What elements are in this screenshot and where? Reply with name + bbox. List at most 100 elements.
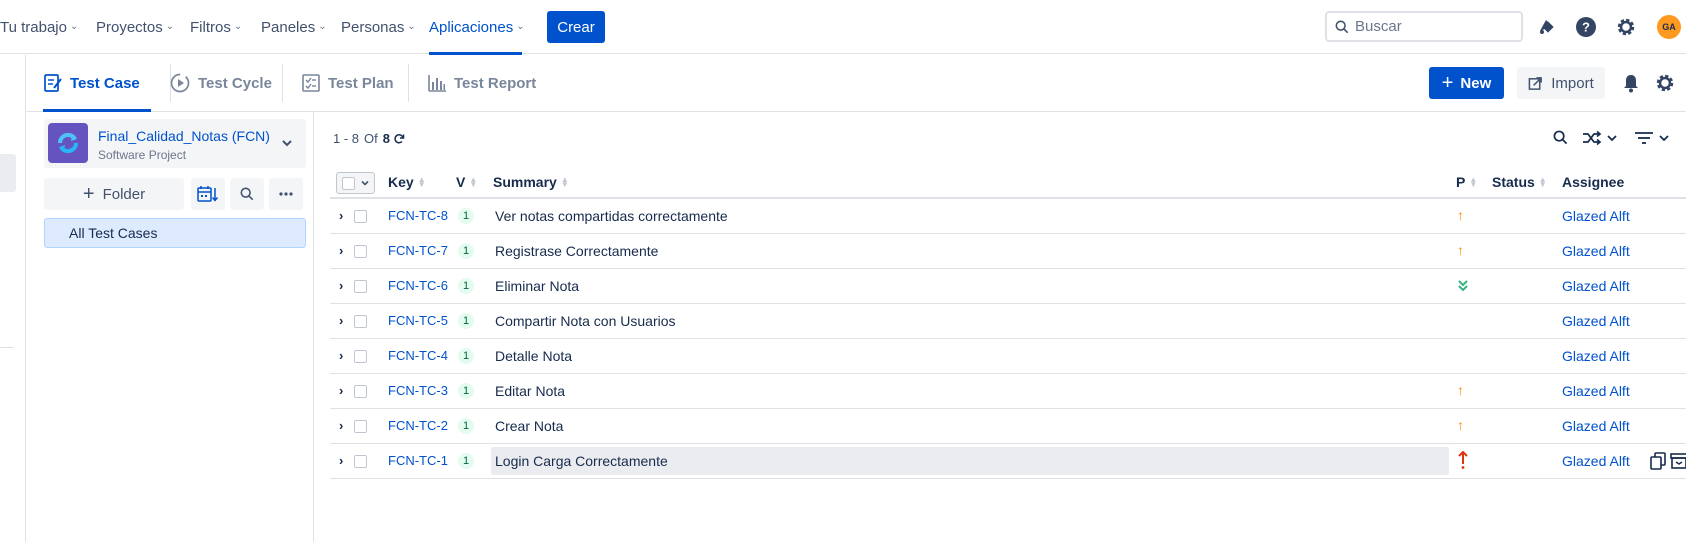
table-row[interactable]: › FCN-TC-4 1 Detalle Nota Glazed Alft	[330, 339, 1686, 374]
test-case-key[interactable]: FCN-TC-3	[388, 383, 448, 398]
table-row[interactable]: › FCN-TC-3 1 Editar Nota ↑ Glazed Alft	[330, 374, 1686, 409]
tab-label: Test Case	[70, 74, 140, 92]
table-row[interactable]: › FCN-TC-8 1 Ver notas compartidas corre…	[330, 199, 1686, 234]
add-folder-button[interactable]: + Folder	[44, 178, 184, 210]
tab-test-cycle[interactable]: Test Cycle	[169, 55, 272, 111]
row-checkbox[interactable]	[354, 280, 367, 293]
more-options-button[interactable]	[269, 178, 303, 210]
column-key[interactable]: Key ▲ ▼	[388, 165, 426, 199]
test-case-key[interactable]: FCN-TC-2	[388, 418, 448, 433]
bell-icon[interactable]	[1622, 73, 1640, 96]
assignee-link[interactable]: Glazed Alft	[1562, 418, 1630, 434]
row-checkbox[interactable]	[354, 385, 367, 398]
archive-icon[interactable]	[1668, 450, 1686, 472]
import-button[interactable]: Import	[1517, 67, 1605, 99]
nav-personas[interactable]: Personas ⌄	[341, 0, 416, 54]
test-case-key[interactable]: FCN-TC-5	[388, 313, 448, 328]
expand-chevron-icon[interactable]: ›	[339, 383, 343, 398]
nav-paneles[interactable]: Paneles ⌄	[261, 0, 327, 54]
chevron-down-icon[interactable]	[1606, 131, 1618, 147]
test-case-icon	[44, 74, 62, 92]
tab-test-case[interactable]: Test Case	[43, 55, 151, 112]
test-case-summary[interactable]: Crear Nota	[495, 418, 563, 434]
expand-chevron-icon[interactable]: ›	[339, 313, 343, 328]
priority-medium-icon: ↑	[1457, 242, 1464, 258]
chevron-down-icon[interactable]	[1658, 131, 1670, 147]
row-checkbox[interactable]	[354, 245, 367, 258]
avatar[interactable]: GA	[1657, 15, 1681, 39]
test-case-summary[interactable]: Detalle Nota	[495, 348, 572, 364]
assignee-link[interactable]: Glazed Alft	[1562, 208, 1630, 224]
test-case-summary[interactable]: Eliminar Nota	[495, 278, 579, 294]
project-selector[interactable]: Final_Calidad_Notas (FCN) Software Proje…	[44, 119, 306, 168]
notifications-icon[interactable]	[1532, 13, 1560, 41]
expand-chevron-icon[interactable]: ›	[339, 208, 343, 223]
row-checkbox[interactable]	[354, 350, 367, 363]
assignee-link[interactable]: Glazed Alft	[1562, 278, 1630, 294]
assignee-link[interactable]: Glazed Alft	[1562, 243, 1630, 259]
expand-chevron-icon[interactable]: ›	[339, 243, 343, 258]
settings-gear-icon[interactable]	[1654, 72, 1676, 97]
assignee-link[interactable]: Glazed Alft	[1562, 453, 1630, 469]
search-input[interactable]	[1355, 18, 1515, 35]
column-label: Key	[388, 174, 414, 190]
column-priority[interactable]: P ▲ ▼	[1456, 165, 1477, 199]
create-button[interactable]: Crear	[547, 11, 605, 43]
test-case-key[interactable]: FCN-TC-1	[388, 453, 448, 468]
table-row[interactable]: › FCN-TC-7 1 Registrase Correctamente ↑ …	[330, 234, 1686, 269]
test-case-summary[interactable]: Compartir Nota con Usuarios	[495, 313, 676, 329]
column-label: Assignee	[1562, 174, 1625, 190]
row-checkbox[interactable]	[354, 455, 367, 468]
table-row[interactable]: › FCN-TC-1 1 Login Carga Correctamente G…	[330, 444, 1686, 479]
test-case-key[interactable]: FCN-TC-6	[388, 278, 448, 293]
tab-test-report[interactable]: Test Report	[427, 55, 536, 111]
filter-icon[interactable]	[1634, 131, 1654, 148]
column-assignee[interactable]: Assignee	[1562, 165, 1624, 199]
column-status[interactable]: Status ▲ ▼	[1492, 165, 1547, 199]
shuffle-icon[interactable]	[1582, 130, 1602, 149]
tab-label: Test Plan	[328, 74, 394, 92]
test-case-summary[interactable]: Editar Nota	[495, 383, 565, 399]
copy-icon[interactable]	[1647, 450, 1669, 472]
calendar-sort-button[interactable]	[191, 178, 225, 210]
column-version[interactable]: V ▲ ▼	[456, 165, 477, 199]
assignee-link[interactable]: Glazed Alft	[1562, 348, 1630, 364]
nav-filtros[interactable]: Filtros ⌄	[190, 0, 242, 54]
app-tabbar: Test Case Test Cycle Test Plan Test Repo…	[27, 55, 1686, 112]
test-case-key[interactable]: FCN-TC-8	[388, 208, 448, 223]
folder-search-button[interactable]	[230, 178, 264, 210]
test-case-summary[interactable]: Ver notas compartidas correctamente	[495, 208, 728, 224]
new-button[interactable]: + New	[1429, 67, 1504, 99]
gear-icon[interactable]	[1612, 13, 1640, 41]
expand-chevron-icon[interactable]: ›	[339, 278, 343, 293]
search-box[interactable]	[1325, 11, 1523, 42]
sort-icon: ▲ ▼	[1469, 175, 1478, 189]
row-checkbox[interactable]	[354, 210, 367, 223]
folder-all-test-cases[interactable]: All Test Cases	[44, 218, 306, 248]
row-checkbox[interactable]	[354, 420, 367, 433]
table-row[interactable]: › FCN-TC-5 1 Compartir Nota con Usuarios…	[330, 304, 1686, 339]
assignee-link[interactable]: Glazed Alft	[1562, 313, 1630, 329]
checkbox[interactable]	[342, 176, 355, 190]
nav-proyectos[interactable]: Proyectos ⌄	[96, 0, 174, 54]
table-search-icon[interactable]	[1553, 130, 1568, 148]
nav-aplicaciones[interactable]: Aplicaciones ⌄	[429, 0, 525, 55]
expand-chevron-icon[interactable]: ›	[339, 348, 343, 363]
table-row[interactable]: › FCN-TC-2 1 Crear Nota ↑ Glazed Alft	[330, 409, 1686, 444]
select-all-checkbox[interactable]	[336, 172, 375, 194]
expand-chevron-icon[interactable]: ›	[339, 453, 343, 468]
test-case-key[interactable]: FCN-TC-4	[388, 348, 448, 363]
assignee-link[interactable]: Glazed Alft	[1562, 383, 1630, 399]
row-checkbox[interactable]	[354, 315, 367, 328]
test-case-summary[interactable]: Login Carga Correctamente	[495, 453, 668, 469]
column-summary[interactable]: Summary ▲ ▼	[493, 165, 569, 199]
tab-label: Test Cycle	[198, 74, 272, 92]
table-row[interactable]: › FCN-TC-6 1 Eliminar Nota Glazed Alft	[330, 269, 1686, 304]
refresh-icon[interactable]	[393, 133, 405, 145]
test-case-key[interactable]: FCN-TC-7	[388, 243, 448, 258]
test-case-summary[interactable]: Registrase Correctamente	[495, 243, 658, 259]
tab-test-plan[interactable]: Test Plan	[301, 55, 394, 111]
expand-chevron-icon[interactable]: ›	[339, 418, 343, 433]
nav-tu-trabajo[interactable]: Tu trabajo ⌄	[0, 0, 78, 54]
help-icon[interactable]: ?	[1572, 13, 1600, 41]
